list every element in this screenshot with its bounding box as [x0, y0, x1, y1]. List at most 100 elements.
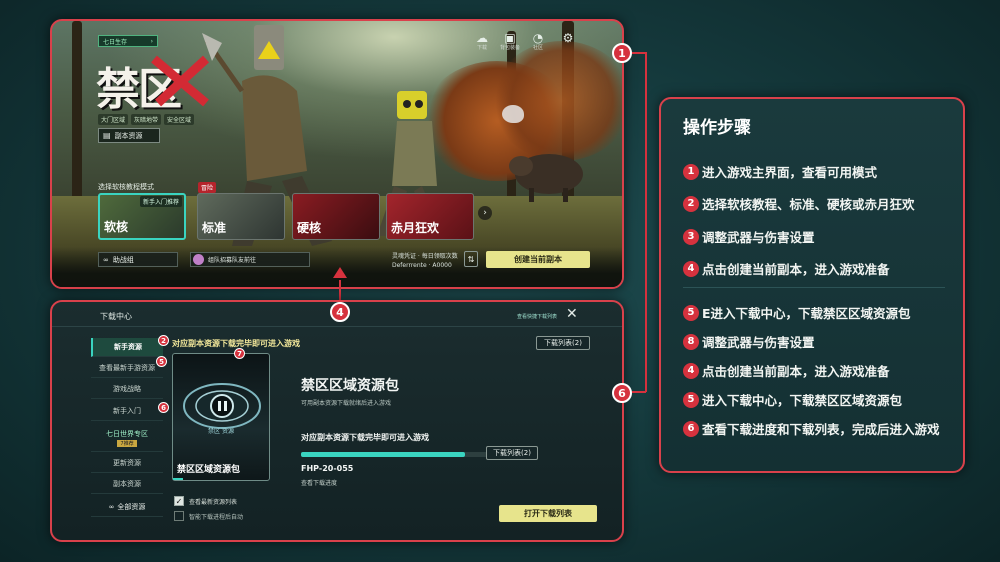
- step-text: 进入下载中心，下载禁区区域资源包: [702, 393, 903, 408]
- sidebar-item-newbie[interactable]: 新手资源: [91, 338, 163, 357]
- sublabel: 大门区域: [98, 114, 129, 125]
- season-tag[interactable]: 七日生存 ›: [98, 35, 158, 47]
- step-text: 调整武器与伤害设置: [702, 230, 815, 245]
- step-text: 调整武器与伤害设置: [702, 335, 815, 350]
- operation-steps-panel: 操作步骤 1 进入游戏主界面，查看可用模式 2 选择软核教程、标准、硬核或赤月狂欢 …: [659, 97, 965, 473]
- mode-tag-adventure: 冒险: [198, 182, 217, 193]
- sidebar-item-updates[interactable]: 更新资源: [91, 454, 163, 473]
- step-number: 3: [683, 228, 699, 245]
- step-number: 1: [683, 163, 699, 180]
- copy-resource-label: 副本资源: [114, 131, 143, 140]
- callout-badge: 2: [158, 335, 169, 346]
- game-logo: 禁区: [96, 53, 216, 115]
- download-header-text: 对应副本资源下载完毕即可进入游戏: [172, 339, 300, 348]
- season-tag-text: 七日生存: [103, 38, 128, 46]
- step-text: 点击创建当前副本，进入游戏准备: [702, 262, 890, 277]
- callout-badge: 5: [156, 356, 167, 367]
- step-text: 查看下载进度和下载列表，完成后进入游戏: [702, 422, 940, 437]
- step-number: 6: [683, 420, 699, 437]
- quick-download-link[interactable]: 查看快捷下载列表: [517, 313, 557, 320]
- step-item: 2 选择软核教程、标准、硬核或赤月狂欢: [683, 194, 915, 213]
- download-center-window: 下载中心 查看快捷下载列表 ✕ 新手资源 查看最新手游资源 游戏战略 新手入门 …: [50, 300, 624, 542]
- assist-team-label: 助战组: [112, 255, 134, 264]
- pack-description: 可用副本资源下载就绪后进入游戏: [301, 400, 392, 407]
- avatar: [193, 254, 204, 265]
- step-item: 8 调整武器与伤害设置: [683, 332, 815, 351]
- callout-badge: 7: [234, 348, 245, 359]
- callout-badge: 6: [158, 402, 169, 413]
- connector-line: [632, 391, 646, 393]
- sidebar-item-label: 新手资源: [114, 343, 142, 351]
- sidebar-item-label: 更新资源: [113, 459, 141, 467]
- swap-button[interactable]: ⇅: [464, 251, 478, 267]
- sidebar-item-all[interactable]: ∞ 全部资源: [91, 498, 163, 517]
- logo-sublabels: 大门区域 灰暗地带 安全区域: [98, 114, 195, 125]
- sidebar-item-intro[interactable]: 新手入门: [91, 402, 163, 421]
- currency-info: 灵魂凭证 · 每日领取次数 Deferrrente · A0000: [392, 252, 458, 270]
- mode-next-button[interactable]: ›: [478, 206, 492, 220]
- create-instance-button[interactable]: 创建当前副本: [486, 251, 590, 268]
- mode-label: 硬核: [297, 221, 322, 235]
- game-main-window: 七日生存 › 禁区 大门区域 灰暗地带 安全区域 ▤ 副本资源 ☁ 下载 ▣ 背包装备 …: [50, 19, 624, 289]
- checkbox-unchecked[interactable]: [174, 511, 184, 521]
- chevron-right-icon: ›: [150, 37, 153, 45]
- step-item: 4 点击创建当前副本，进入游戏准备: [683, 259, 890, 278]
- mode-card-hardcore[interactable]: 硬核: [292, 193, 380, 240]
- gear-icon: ⚙: [562, 31, 574, 45]
- mode-card-softcore[interactable]: 新手入门推荐 软核: [98, 193, 186, 240]
- mode-card-red-moon[interactable]: 赤月狂欢: [386, 193, 474, 240]
- mode-card-standard[interactable]: 标准: [197, 193, 285, 240]
- top-icon-label: 背包装备: [499, 45, 520, 51]
- checkbox-label: 智能下载进程后自动: [189, 513, 244, 521]
- top-icon-label: 社区: [532, 45, 543, 51]
- team-recruit-label: 组队招募队友前往: [208, 257, 257, 264]
- checkbox-checked[interactable]: ✓: [174, 496, 184, 506]
- arrow-up-icon: [333, 267, 347, 278]
- callout-badge: 6: [612, 383, 632, 403]
- download-list-top-button[interactable]: 下载列表(2): [536, 336, 590, 350]
- connector-line: [645, 52, 647, 392]
- checkbox-row-1[interactable]: ✓ 查看最新资源列表: [174, 496, 237, 506]
- sidebar-item-instance[interactable]: 副本资源: [91, 475, 163, 494]
- card-inner-label: 禁区 资源: [208, 428, 234, 435]
- resource-pack-card[interactable]: 禁区 资源 禁区区域资源包: [172, 353, 270, 481]
- sidebar-item-special[interactable]: 七日世界专区 7推荐: [91, 424, 163, 452]
- download-list-button[interactable]: 下载列表(2): [486, 446, 538, 460]
- step-number: 2: [683, 195, 699, 212]
- step-item: 4 点击创建当前副本，进入游戏准备: [683, 361, 890, 380]
- pack-code: FHP-20-055: [301, 464, 354, 473]
- grid-icon: ▤: [103, 131, 111, 140]
- checkbox-row-2[interactable]: 智能下载进程后自动: [174, 511, 243, 521]
- steps-divider: [683, 287, 945, 288]
- close-icon[interactable]: ✕: [566, 306, 578, 322]
- step-number: 5: [683, 391, 699, 408]
- steps-title: 操作步骤: [683, 118, 751, 138]
- copy-resource-button[interactable]: ▤ 副本资源: [98, 128, 160, 143]
- view-progress-link[interactable]: 查看下载进度: [301, 478, 337, 487]
- community-top-button[interactable]: ◔ 社区: [522, 32, 554, 51]
- header-divider: [52, 326, 622, 327]
- hero-coat: [242, 75, 307, 181]
- step-number: 4: [683, 260, 699, 277]
- step-number: 4: [683, 362, 699, 379]
- checkbox-label: 查看最新资源列表: [189, 498, 238, 506]
- sidebar-item-strategy[interactable]: 游戏战略: [91, 380, 163, 399]
- sidebar-item-label: 新手入门: [113, 407, 141, 415]
- assist-team-button[interactable]: ∞ 助战组: [98, 252, 178, 267]
- sidebar-item-latest[interactable]: 查看最新手游资源: [91, 359, 163, 378]
- settings-top-button[interactable]: ⚙: [552, 32, 584, 44]
- step-item: 1 进入游戏主界面，查看可用模式: [683, 162, 877, 181]
- team-recruit-button[interactable]: 组队招募队友前往: [190, 252, 310, 267]
- step-item: 5 E进入下载中心，下载禁区区域资源包: [683, 303, 911, 322]
- pack-title: 禁区区域资源包: [301, 378, 399, 394]
- sidebar-item-label: 七日世界专区: [106, 429, 148, 438]
- mode-label: 赤月狂欢: [391, 221, 440, 235]
- robot-body: [392, 121, 437, 186]
- sidebar-item-label: 副本资源: [113, 480, 141, 488]
- open-download-list-button[interactable]: 打开下载列表: [499, 505, 597, 522]
- currency-info-line: 灵魂凭证 · 每日领取次数: [392, 253, 458, 260]
- step-text: 点击创建当前副本，进入游戏准备: [702, 364, 890, 379]
- sidebar-item-label: 游戏战略: [113, 385, 141, 393]
- recommend-badge: 7推荐: [117, 439, 137, 447]
- mode-tag: 新手入门推荐: [139, 196, 182, 207]
